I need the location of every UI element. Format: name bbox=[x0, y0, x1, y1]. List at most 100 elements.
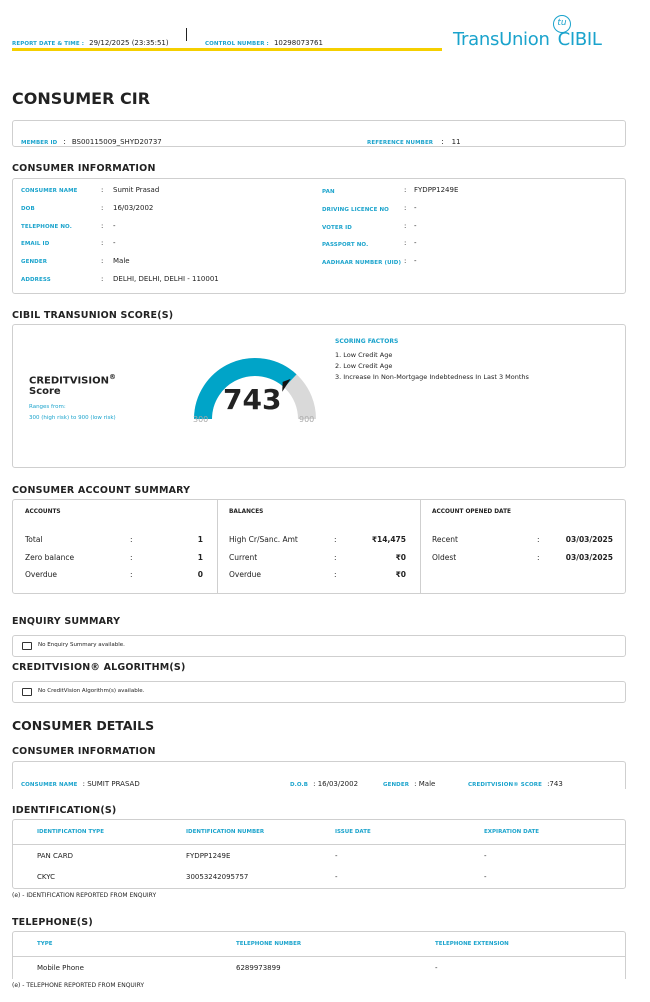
table-cell: - bbox=[435, 964, 438, 972]
enquiry-heading: ENQUIRY SUMMARY bbox=[12, 616, 121, 627]
field-label: VOTER ID bbox=[322, 225, 352, 231]
member-box: MEMBER ID: BS00115009_SHYD20737 REFERENCE… bbox=[12, 120, 626, 147]
colon: : bbox=[334, 570, 337, 579]
field-value: - bbox=[414, 222, 417, 230]
summary-key: High Cr/Sanc. Amt bbox=[229, 535, 298, 544]
enquiry-box: No Enquiry Summary available. bbox=[12, 635, 626, 657]
field-label: CONSUMER NAME bbox=[21, 188, 78, 194]
colon: : bbox=[404, 257, 407, 265]
factor: 1. Low Credit Age bbox=[335, 351, 393, 359]
field-value: DELHI, DELHI, DELHI - 110001 bbox=[113, 275, 219, 283]
colon: : bbox=[404, 204, 407, 212]
colon: : bbox=[404, 222, 407, 230]
summary-key: Overdue bbox=[25, 570, 58, 579]
colon: : bbox=[404, 239, 407, 247]
field-label: PAN bbox=[322, 189, 335, 195]
summary-value: 1 bbox=[197, 535, 203, 544]
field-label: AADHAAR NUMBER (UID) bbox=[322, 260, 402, 266]
report-date: REPORT DATE & TIME : 29/12/2025 (23:35:5… bbox=[12, 39, 169, 47]
consumer-name: SUMIT PRASAD bbox=[87, 780, 140, 788]
table-cell: CKYC bbox=[37, 873, 56, 881]
score-box: CREDITVISION® Score Ranges from: 300 (hig… bbox=[12, 324, 626, 468]
table-cell: - bbox=[335, 873, 338, 881]
page-title: CONSUMER CIR bbox=[12, 89, 151, 108]
telephones-note: (e) - TELEPHONE REPORTED FROM ENQUIRY bbox=[12, 982, 145, 989]
divider bbox=[13, 956, 625, 957]
colon: : bbox=[334, 552, 337, 562]
field-value: FYDPP1249E bbox=[414, 186, 459, 194]
algorithm-box: No CreditVision Algorithm(s) available. bbox=[12, 681, 626, 703]
table-cell: 30053242095757 bbox=[186, 873, 249, 881]
column-header: EXPIRATION DATE bbox=[484, 829, 540, 835]
summary-key: Total bbox=[25, 535, 43, 544]
column-header: IDENTIFICATION NUMBER bbox=[186, 829, 265, 835]
colon: : bbox=[101, 257, 104, 265]
identifications-note: (e) - IDENTIFICATION REPORTED FROM ENQUI… bbox=[12, 892, 157, 899]
field-value: - bbox=[113, 222, 116, 230]
field-value: Sumit Prasad bbox=[113, 186, 160, 194]
control-number: CONTROL NUMBER : 10298073761 bbox=[205, 39, 323, 47]
summary-key: Oldest bbox=[432, 552, 457, 562]
factor: 2. Low Credit Age bbox=[335, 362, 393, 370]
field-label: GENDER bbox=[21, 259, 48, 265]
table-cell: - bbox=[335, 852, 338, 860]
colon: : bbox=[101, 186, 104, 194]
field-value: 16/03/2002 bbox=[113, 204, 154, 212]
table-cell: 6289973899 bbox=[236, 964, 281, 972]
summary-key: Overdue bbox=[229, 570, 262, 579]
scoring-factors-label: SCORING FACTORS bbox=[335, 338, 399, 345]
identifications-table: IDENTIFICATION TYPE IDENTIFICATION NUMBER… bbox=[12, 819, 626, 889]
colon: : bbox=[130, 570, 133, 579]
table-cell: FYDPP1249E bbox=[186, 852, 231, 860]
divider bbox=[13, 844, 625, 845]
details-info-box: CONSUMER NAME : SUMIT PRASAD D.O.B : 16/… bbox=[12, 761, 626, 789]
summary-value: ₹0 bbox=[395, 570, 406, 579]
score-value: 743 bbox=[223, 383, 282, 416]
colon: : bbox=[404, 186, 407, 194]
column-title: ACCOUNTS bbox=[25, 509, 61, 515]
summary-key: Zero balance bbox=[25, 552, 75, 562]
range-label: Ranges from: bbox=[29, 404, 66, 410]
column-header: TYPE bbox=[37, 941, 53, 947]
summary-value: ₹0 bbox=[395, 552, 406, 562]
field-label: TELEPHONE NO. bbox=[21, 224, 72, 230]
summary-key: Current bbox=[229, 552, 258, 562]
colon: : bbox=[130, 552, 133, 562]
telephones-heading: TELEPHONE(S) bbox=[12, 917, 93, 928]
table-cell: - bbox=[484, 852, 487, 860]
summary-value: 03/03/2025 bbox=[565, 552, 613, 562]
account-summary-box: ACCOUNTS Total: 1 Zero balance: 1 Overdue: 0 BA… bbox=[12, 499, 626, 594]
colon: : bbox=[101, 204, 104, 212]
yellow-rule bbox=[12, 48, 442, 51]
summary-key: Recent bbox=[432, 535, 458, 544]
algorithm-message: No CreditVision Algorithm(s) available. bbox=[38, 688, 145, 694]
field-label: PASSPORT NO. bbox=[322, 242, 369, 248]
folder-icon bbox=[22, 642, 32, 650]
colon: : bbox=[334, 535, 337, 544]
table-cell: PAN CARD bbox=[37, 852, 73, 860]
field-value: - bbox=[414, 239, 417, 247]
colon: : bbox=[101, 275, 104, 283]
consumer-info-heading: CONSUMER INFORMATION bbox=[12, 163, 156, 174]
tu-logo-icon: tu bbox=[553, 15, 571, 33]
gauge-max: 900 bbox=[299, 415, 315, 424]
folder-icon bbox=[22, 688, 32, 696]
colon: : bbox=[101, 239, 104, 247]
gauge-min: 300 bbox=[193, 415, 209, 424]
colon: : bbox=[537, 535, 540, 544]
column-header: ISSUE DATE bbox=[335, 829, 371, 835]
field-value: - bbox=[414, 204, 417, 212]
summary-value: 0 bbox=[197, 570, 203, 579]
creditvision-title: CREDITVISION® Score bbox=[29, 373, 116, 398]
divider bbox=[186, 28, 187, 41]
enquiry-message: No Enquiry Summary available. bbox=[38, 642, 125, 648]
summary-value: 03/03/2025 bbox=[565, 535, 613, 544]
colon: : bbox=[537, 552, 540, 562]
algorithm-heading: CREDITVISION® ALGORITHM(S) bbox=[12, 662, 186, 673]
column-title: BALANCES bbox=[229, 509, 264, 515]
field-value: Male bbox=[113, 257, 130, 265]
table-cell: Mobile Phone bbox=[37, 964, 84, 972]
colon: : bbox=[130, 535, 133, 544]
field-value: - bbox=[414, 257, 417, 265]
column-title: ACCOUNT OPENED DATE bbox=[432, 509, 511, 515]
